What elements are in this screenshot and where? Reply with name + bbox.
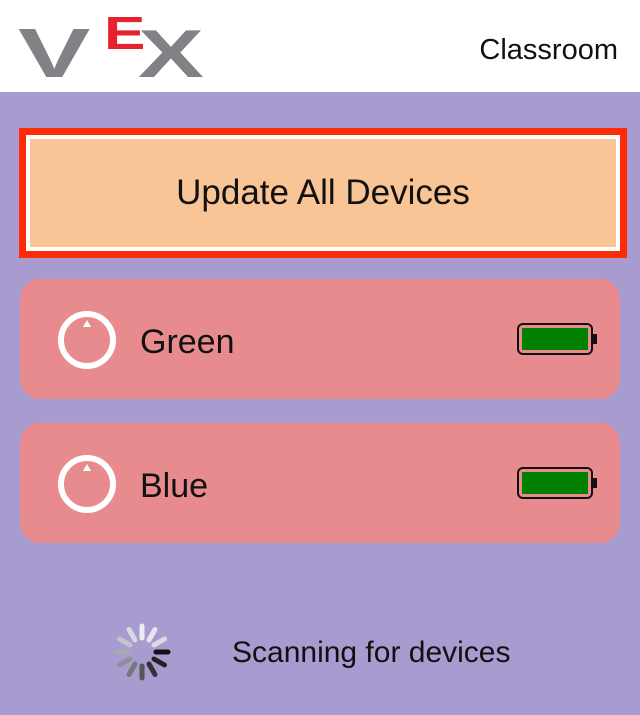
device-name: Green: [140, 323, 235, 361]
brain-icon: [58, 455, 116, 513]
device-card-blue[interactable]: Blue: [20, 423, 620, 543]
logo-letter-v: V: [18, 14, 91, 92]
logo-letter-x: X: [138, 16, 204, 92]
brain-icon: [58, 311, 116, 369]
device-name: Blue: [140, 467, 209, 505]
vex-logo: V E X: [18, 10, 213, 88]
device-card-green[interactable]: Green: [20, 279, 620, 399]
spinner-icon: [113, 623, 171, 681]
update-all-devices-button[interactable]: Update All Devices: [19, 128, 627, 258]
header: V E X Classroom: [0, 0, 640, 92]
battery-fill: [522, 328, 588, 350]
battery-fill: [522, 472, 588, 494]
scanning-text: Scanning for devices: [232, 636, 511, 669]
update-all-devices-label: Update All Devices: [30, 139, 616, 247]
header-title: Classroom: [479, 34, 618, 66]
scanning-status: Scanning for devices: [0, 600, 640, 700]
battery-full-icon: [517, 467, 597, 499]
battery-full-icon: [517, 323, 597, 355]
